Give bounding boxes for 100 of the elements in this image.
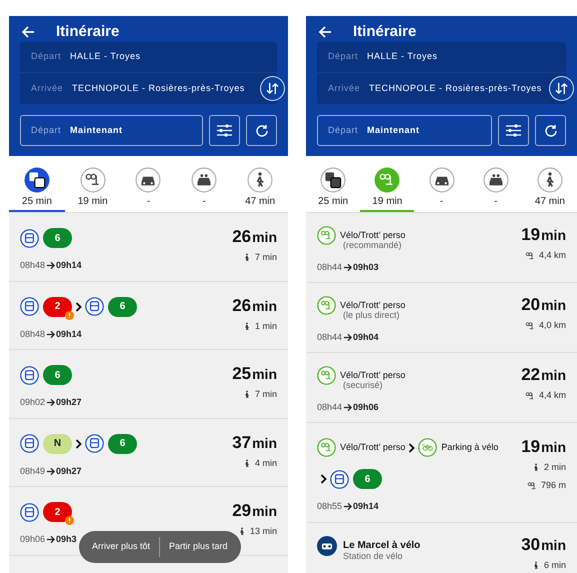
bike-scooter-icon: [317, 366, 336, 385]
filter-button[interactable]: [498, 115, 529, 146]
carpool-icon: [191, 167, 218, 193]
mode-tab[interactable]: -: [414, 156, 469, 212]
car-icon: [428, 167, 454, 193]
bus-icon: [85, 434, 104, 453]
toast-action[interactable]: Arriver plus tôt: [83, 540, 160, 554]
back-arrow-icon: [318, 25, 332, 39]
arrival-field[interactable]: TECHNOPOLE - Rosières-près-Troyes: [72, 82, 245, 96]
start-time: 08h44: [317, 260, 342, 274]
swap-icon: [266, 82, 279, 95]
mode-tab[interactable]: 47 min: [232, 156, 288, 212]
start-time: 08h48: [20, 259, 46, 272]
refresh-button[interactable]: [246, 115, 277, 146]
chevron-icon: [320, 474, 327, 484]
start-time: 08h44: [317, 400, 342, 414]
arrow-right-icon: [46, 466, 56, 476]
arrow-right-icon: [46, 261, 56, 270]
start-time: 09h02: [20, 396, 46, 409]
itinerary-result[interactable]: 2 6 08h48 09h14 26min 1 min: [9, 282, 288, 350]
arrow-right-icon: [46, 330, 56, 339]
leg-info: 4,0 km: [538, 319, 566, 332]
refresh-icon: [544, 124, 558, 138]
start-time: 08h44: [317, 330, 342, 344]
arrow-right-icon: [343, 502, 352, 512]
chevron-icon: [408, 442, 416, 452]
chevron-icon: [75, 302, 82, 312]
chevron-icon: [75, 438, 82, 448]
end-time: 09h27: [56, 464, 82, 478]
duration: 26min: [232, 296, 277, 316]
bus-icon: [20, 366, 39, 384]
walker-icon: [532, 463, 540, 472]
bus-icon: [85, 297, 104, 316]
refresh-button[interactable]: [535, 115, 566, 146]
step-label: Vélo/Trott’ perso: [340, 368, 406, 381]
bike-scooter-icon: [524, 321, 535, 330]
duration: 26min: [232, 228, 277, 247]
bike-scooter-icon: [524, 251, 535, 260]
departure-time-field[interactable]: Départ Maintenant: [20, 115, 203, 146]
swap-icon: [555, 82, 568, 95]
duration: 30min: [521, 536, 566, 554]
toast-action[interactable]: Partir plus tard: [160, 540, 237, 554]
mode-tab[interactable]: 19 min: [64, 156, 121, 212]
end-time: 09h27: [56, 396, 82, 409]
arrival-field[interactable]: TECHNOPOLE - Rosières-près-Troyes: [369, 82, 542, 96]
duration: 19min: [521, 438, 566, 457]
swap-button[interactable]: [260, 76, 285, 101]
mode-tab[interactable]: 25 min: [9, 156, 65, 212]
leg-info: 7 min: [254, 251, 277, 264]
route-note: (securisé): [343, 380, 384, 392]
bike-scooter-icon: [524, 391, 535, 400]
departure-field[interactable]: HALLE - Troyes: [367, 50, 438, 64]
filter-sliders-icon: [217, 124, 232, 137]
leg-info: 1 min: [254, 320, 277, 332]
leg-info: 7 min: [254, 388, 277, 401]
bike-scooter-icon: [317, 226, 336, 245]
bike-scooter-icon: [374, 167, 400, 193]
mode-tab[interactable]: -: [176, 156, 232, 212]
start-time: 09h06: [20, 533, 46, 546]
filter-button[interactable]: [209, 115, 240, 146]
bus-icon: [20, 502, 39, 522]
leg-info: 4,4 km: [538, 249, 566, 262]
bike-parking-icon: [418, 438, 438, 457]
walker-icon: [242, 458, 251, 468]
page-title: Itinéraire: [353, 22, 416, 42]
line-badge: 6: [43, 228, 72, 248]
field-label: Départ: [328, 50, 358, 64]
mode-tab[interactable]: -: [468, 156, 523, 212]
leg-info: 6 min: [544, 558, 566, 572]
mode-tab[interactable]: 47 min: [522, 156, 577, 212]
filter-sliders-icon: [506, 124, 521, 137]
end-time: 09h04: [353, 330, 379, 344]
carpool-icon: [482, 167, 509, 193]
end-time: 09h06: [353, 400, 379, 414]
line-badge: 6: [353, 469, 382, 489]
swap-button[interactable]: [549, 76, 574, 101]
field-label: Départ: [31, 50, 62, 64]
start-time: 08h49: [20, 464, 46, 478]
itinerary-result[interactable]: N 6 08h49 09h27 37min 4 min: [9, 418, 288, 487]
field-label: Arrivée: [328, 82, 360, 95]
route-note: (le plus direct): [343, 310, 401, 322]
departure-field[interactable]: HALLE - Troyes: [70, 50, 141, 64]
bus-icon: [20, 297, 39, 316]
route-note: (recommandé): [343, 240, 403, 252]
bike-scooter-icon: [526, 480, 537, 490]
end-time: 09h03: [353, 260, 379, 274]
bike-scooter-icon: [80, 167, 106, 193]
arrow-right-icon: [343, 262, 352, 272]
mode-tab[interactable]: -: [120, 156, 176, 212]
field-label: Arrivée: [31, 82, 64, 95]
mode-tab[interactable]: 19 min: [360, 156, 414, 212]
arrow-right-icon: [46, 535, 56, 544]
step-label: Vélo/Trott’ perso: [340, 228, 406, 241]
step-label: Le Marcel à vélo: [343, 539, 420, 552]
line-badge: 2: [43, 502, 72, 522]
walker-icon: [536, 167, 563, 193]
departure-time-field[interactable]: Départ Maintenant: [317, 115, 492, 146]
line-badge: 6: [108, 434, 137, 454]
leg-info: 4 min: [254, 456, 277, 470]
mode-tab[interactable]: 25 min: [306, 156, 360, 212]
